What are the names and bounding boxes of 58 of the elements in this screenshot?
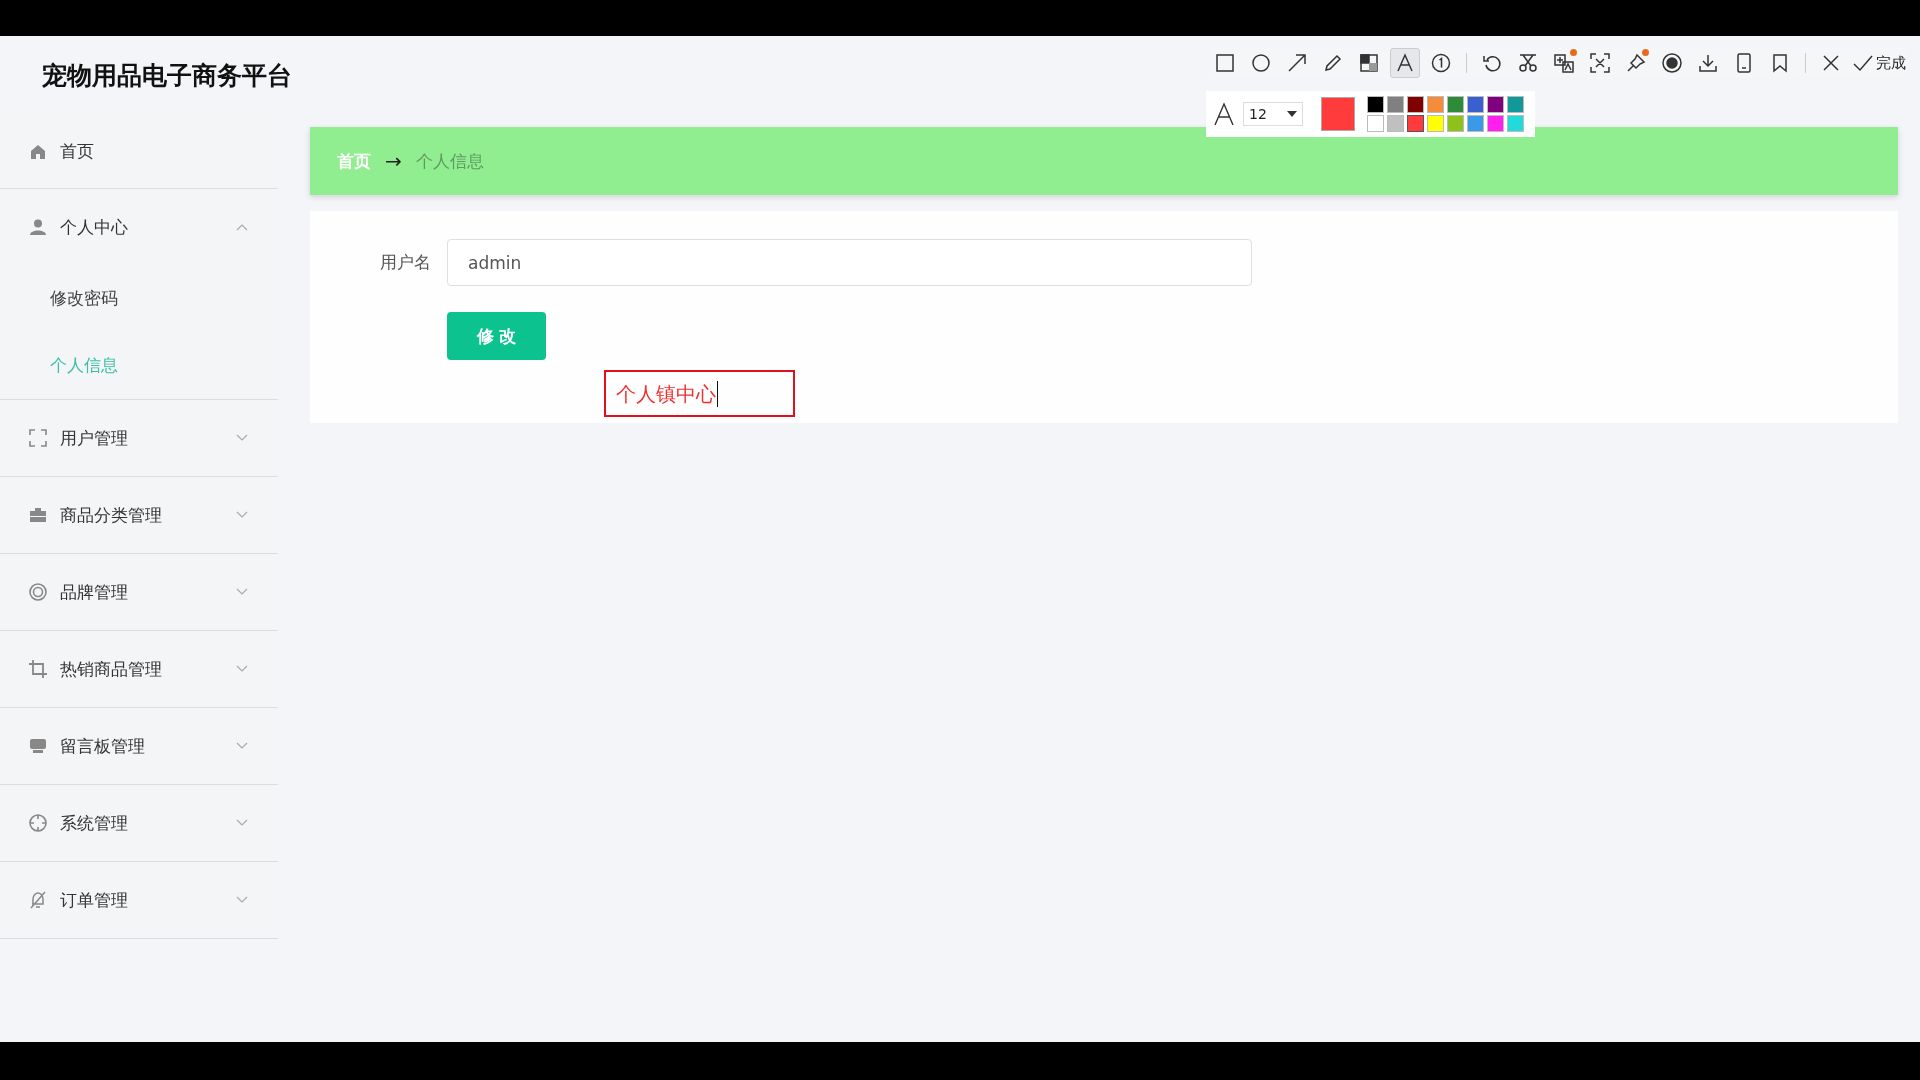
color-swatch[interactable] <box>1387 115 1404 132</box>
color-swatch[interactable] <box>1427 96 1444 113</box>
sidebar-item[interactable]: 个人中心 <box>0 189 278 265</box>
sidebar-item[interactable]: 首页 <box>0 115 278 188</box>
sidebar-item[interactable]: 商品分类管理 <box>0 477 278 553</box>
user-icon <box>28 217 48 237</box>
notification-dot <box>1570 49 1577 56</box>
text-annotation[interactable]: 个人镇中心 <box>604 370 795 417</box>
rect-icon <box>1214 52 1236 74</box>
notification-dot <box>1642 49 1649 56</box>
crosshair-icon <box>28 813 48 833</box>
done-button[interactable]: 完成 <box>1852 52 1906 74</box>
font-size-dropdown[interactable]: 12 <box>1243 102 1303 126</box>
color-swatch[interactable] <box>1487 96 1504 113</box>
sidebar-subitem[interactable]: 修改密码 <box>0 265 278 332</box>
record-icon <box>1661 52 1683 74</box>
bell-icon <box>28 890 48 910</box>
breadcrumb-separator: → <box>385 149 402 173</box>
text-icon <box>1394 52 1416 74</box>
sidebar-item[interactable]: 热销商品管理 <box>0 631 278 707</box>
color-swatch[interactable] <box>1407 115 1424 132</box>
pin-icon <box>1625 52 1647 74</box>
ring-icon <box>28 582 48 602</box>
sidebar-item[interactable]: 品牌管理 <box>0 554 278 630</box>
field-label: 用户名 <box>379 251 431 274</box>
text-tool-button[interactable] <box>1390 48 1420 78</box>
briefcase-icon <box>28 505 48 525</box>
color-swatch[interactable] <box>1447 96 1464 113</box>
sidebar-item[interactable]: 用户管理 <box>0 400 278 476</box>
color-swatch[interactable] <box>1487 115 1504 132</box>
color-swatch[interactable] <box>1507 115 1524 132</box>
scissors-icon <box>1517 52 1539 74</box>
number-icon <box>1430 52 1452 74</box>
sidebar-item[interactable]: 留言板管理 <box>0 708 278 784</box>
color-swatch[interactable] <box>1387 96 1404 113</box>
color-swatch[interactable] <box>1367 96 1384 113</box>
sidebar-item[interactable]: 订单管理 <box>0 862 278 938</box>
color-swatch[interactable] <box>1507 96 1524 113</box>
ellipse-icon <box>1250 52 1272 74</box>
sidebar-item[interactable]: 系统管理 <box>0 785 278 861</box>
app-title: 宠物用品电子商务平台 <box>42 60 292 92</box>
color-swatch[interactable] <box>1367 115 1384 132</box>
font-icon <box>1213 102 1235 126</box>
translate-icon <box>1553 52 1575 74</box>
crop-icon <box>28 659 48 679</box>
color-swatch[interactable] <box>1447 115 1464 132</box>
color-swatch[interactable] <box>1427 115 1444 132</box>
color-swatch[interactable] <box>1407 96 1424 113</box>
username-field[interactable]: admin <box>447 239 1252 286</box>
scan-icon <box>28 428 48 448</box>
current-color-swatch[interactable] <box>1321 97 1355 131</box>
monitor-icon <box>28 736 48 756</box>
download-icon <box>1697 52 1719 74</box>
arrow-icon <box>1286 52 1308 74</box>
color-swatch[interactable] <box>1467 115 1484 132</box>
color-swatch[interactable] <box>1467 96 1484 113</box>
mosaic-icon <box>1358 52 1380 74</box>
pencil-icon <box>1322 52 1344 74</box>
